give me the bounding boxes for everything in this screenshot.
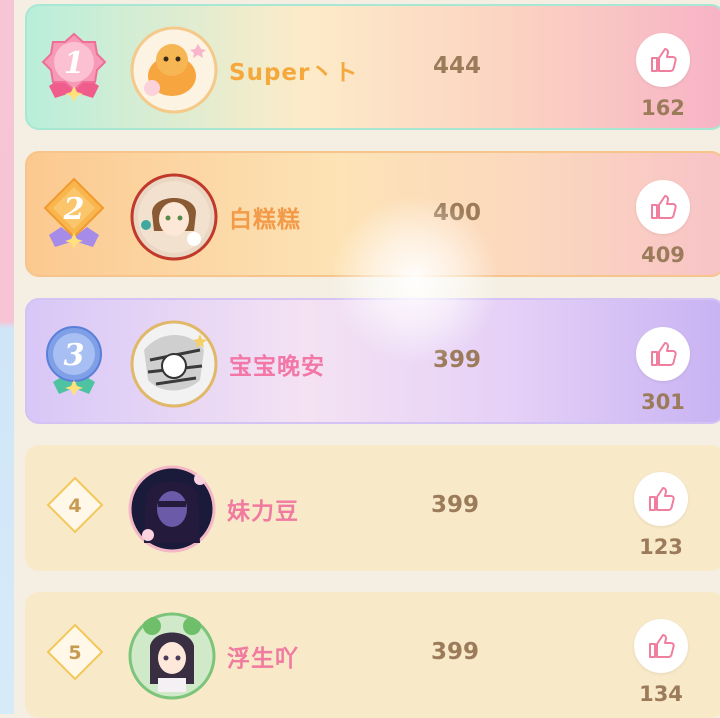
- anime-girl-avatar-icon: [130, 173, 218, 261]
- leaderboard-row-5: 5 浮生吖 399 134: [25, 592, 720, 718]
- player-score: 399: [430, 639, 479, 665]
- leaderboard-row-3: 3 宝宝晚安 399 301: [25, 298, 720, 424]
- cat-plush-avatar-icon: [130, 26, 218, 114]
- like-button[interactable]: [634, 619, 688, 673]
- rank-3-number: 3: [64, 338, 85, 373]
- like-count: 301: [641, 390, 685, 414]
- thumbs-up-icon: [651, 195, 677, 219]
- side-panel-edge: [0, 0, 14, 714]
- player-name: 妹力豆: [227, 499, 299, 525]
- rank-2-number: 2: [63, 192, 85, 227]
- thumbs-up-icon: [649, 634, 675, 658]
- frog-hat-girl-avatar-icon: [128, 612, 216, 700]
- thumbs-up-icon: [649, 487, 675, 511]
- rank-5-diamond-icon: 5: [46, 623, 104, 681]
- leaderboard-row-4: 4 妹力豆 399 123: [25, 445, 720, 571]
- thumbs-up-icon: [651, 342, 677, 366]
- rank-4-number: 4: [68, 495, 81, 517]
- leaderboard-row-1: 1 Super丶ト 444 162: [25, 4, 720, 130]
- dark-hair-girl-avatar-icon: [128, 465, 216, 553]
- like-count: 123: [639, 535, 683, 559]
- player-name: 白糕糕: [229, 207, 301, 233]
- like-count: 134: [639, 682, 683, 706]
- rank-4-diamond-icon: 4: [46, 476, 104, 534]
- manga-sketch-avatar-icon: [130, 320, 218, 408]
- like-count: 162: [641, 96, 685, 120]
- thumbs-up-icon: [651, 48, 677, 72]
- rank-5-number: 5: [68, 642, 81, 664]
- like-button[interactable]: [636, 180, 690, 234]
- player-name: 宝宝晚安: [229, 354, 325, 380]
- like-count: 409: [641, 243, 685, 267]
- like-button[interactable]: [636, 327, 690, 381]
- rank-1-medal-icon: 1: [41, 32, 107, 102]
- player-score: 399: [430, 492, 479, 518]
- player-score: 400: [432, 200, 481, 226]
- rank-3-medal-icon: 3: [46, 326, 102, 396]
- rank-2-medal-icon: 2: [43, 177, 105, 249]
- rank-1-number: 1: [64, 46, 85, 81]
- leaderboard-row-2: 2 白糕糕 400 409: [25, 151, 720, 277]
- player-score: 399: [432, 347, 481, 373]
- like-button[interactable]: [634, 472, 688, 526]
- player-name: 浮生吖: [227, 646, 299, 672]
- player-name: Super丶ト: [229, 60, 359, 86]
- player-score: 444: [432, 53, 481, 79]
- like-button[interactable]: [636, 33, 690, 87]
